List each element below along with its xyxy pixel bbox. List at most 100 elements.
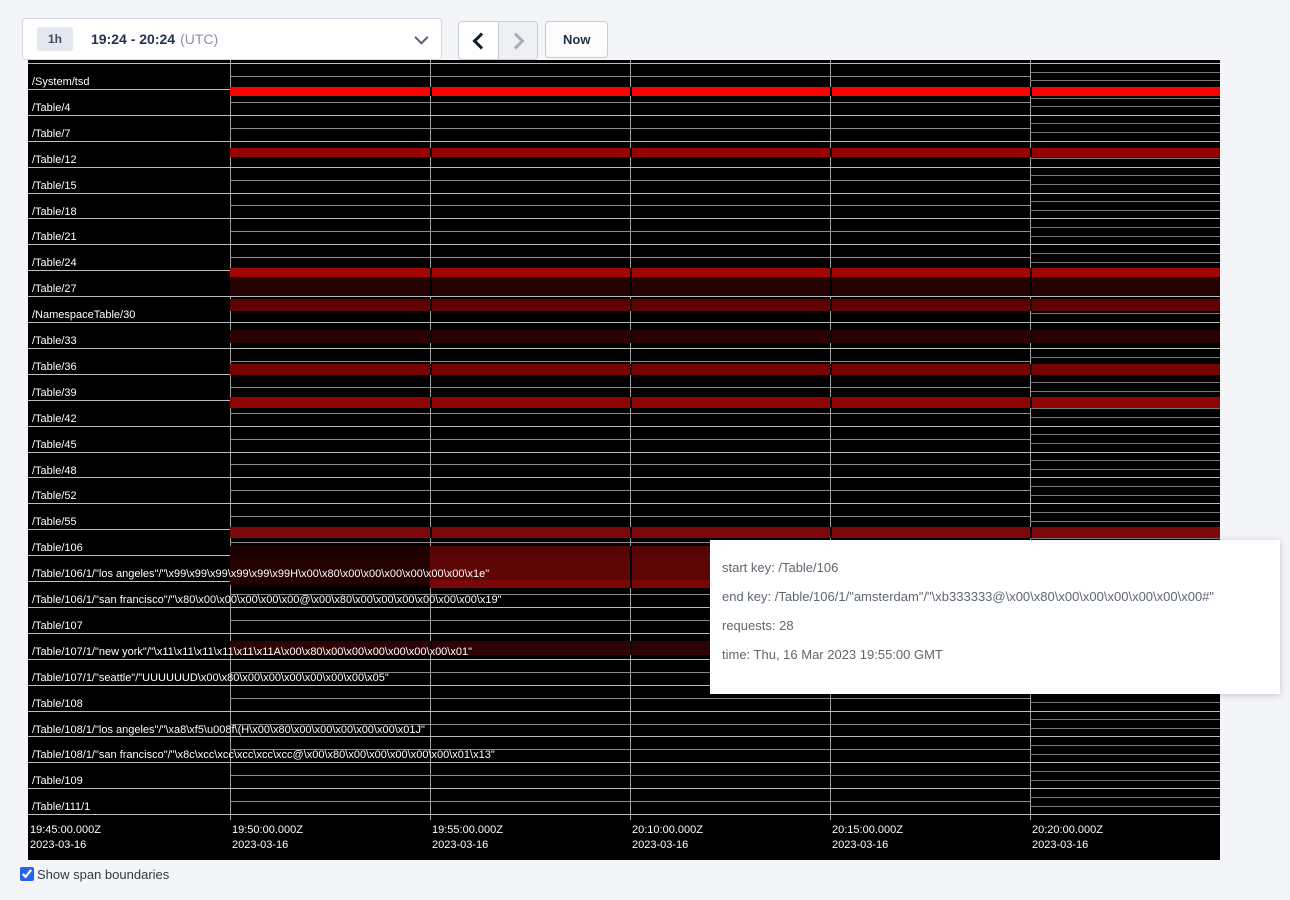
span-key-label: /Table/109 [32, 775, 83, 787]
now-button[interactable]: Now [545, 21, 608, 58]
span-key-label: /Table/52 [32, 490, 77, 502]
span-boundary-line [1030, 201, 1220, 202]
span-key-label: /Table/24 [32, 257, 77, 269]
x-axis-time-label: 20:10:00.000Z [632, 824, 703, 837]
span-key-label: /Table/108 [32, 698, 83, 710]
column-gridline-notch [430, 397, 432, 408]
show-span-boundaries-label: Show span boundaries [37, 866, 169, 883]
time-range-selector[interactable]: 1h 19:24 - 20:24 (UTC) [22, 18, 442, 60]
span-boundary-line [1030, 262, 1220, 263]
column-gridline [230, 60, 231, 820]
span-boundary-line [230, 516, 1030, 517]
span-boundary-line [1030, 210, 1220, 211]
span-boundary-line [230, 128, 1030, 129]
show-span-boundaries-checkbox[interactable] [20, 867, 34, 881]
column-gridline-notch [1030, 87, 1032, 96]
span-tooltip: start key: /Table/106 end key: /Table/10… [710, 540, 1280, 694]
hot-span-band [230, 277, 1220, 296]
column-gridline-notch [830, 148, 832, 157]
x-axis-time-label: 20:20:00.000Z [1032, 824, 1103, 837]
column-gridline-notch [1030, 364, 1032, 375]
span-boundary-line [1030, 158, 1220, 159]
span-boundary-line [28, 63, 1220, 64]
hot-span-band [230, 364, 1220, 375]
span-key-label: /Table/45 [32, 439, 77, 451]
span-boundary-line [230, 102, 1030, 103]
span-key-label: /Table/27 [32, 283, 77, 295]
span-key-label: /Table/108/1/"los angeles"/"\xa8\xf5\u00… [32, 724, 425, 736]
span-boundary-line [230, 801, 1030, 802]
x-axis-time-label: 19:50:00.000Z [232, 824, 303, 837]
column-gridline-notch [630, 277, 632, 296]
span-boundary-line [28, 711, 1220, 712]
span-boundary-line [1030, 495, 1220, 496]
span-key-label: /NamespaceTable/30 [32, 309, 135, 321]
column-gridline-notch [430, 277, 432, 296]
span-key-label: /Table/55 [32, 516, 77, 528]
span-boundary-line [1030, 80, 1220, 81]
span-boundary-line [1030, 184, 1220, 185]
prev-range-button[interactable] [459, 22, 498, 59]
hot-span-band [230, 148, 1220, 157]
span-key-label: /Table/107/1/"new york"/"\x11\x11\x11\x1… [32, 646, 472, 658]
span-key-label: /Table/106/1/"los angeles"/"\x99\x99\x99… [32, 568, 489, 580]
column-gridline-notch [430, 330, 432, 343]
column-gridline-notch [1030, 277, 1032, 296]
span-boundary-line [28, 788, 1220, 789]
column-gridline-notch [630, 268, 632, 277]
range-nav-group [458, 21, 538, 60]
span-boundary-line [1030, 754, 1220, 755]
span-boundary-line [230, 361, 1030, 362]
x-axis-date-label: 2023-03-16 [1032, 839, 1088, 852]
span-boundary-line [28, 322, 1220, 323]
span-key-label: /Table/33 [32, 335, 77, 347]
span-boundary-line [1030, 728, 1220, 729]
span-boundary-line [1030, 512, 1220, 513]
column-gridline-notch [630, 148, 632, 157]
span-boundary-line [1030, 797, 1220, 798]
span-boundary-line [230, 775, 1030, 776]
tooltip-end-key: end key: /Table/106/1/"amsterdam"/"\xb33… [722, 589, 1268, 604]
span-boundary-line [28, 736, 1220, 737]
column-gridline-notch [630, 330, 632, 343]
hot-span-band [230, 527, 1220, 538]
span-key-label: /Table/7 [32, 128, 71, 140]
chevron-left-icon [472, 32, 489, 49]
span-boundary-line [1030, 313, 1220, 314]
span-key-label: /Table/107 [32, 620, 83, 632]
x-axis-time-label: 19:45:00.000Z [30, 824, 101, 837]
span-boundary-line [1030, 745, 1220, 746]
column-gridline [1030, 60, 1031, 820]
span-boundary-line [1030, 460, 1220, 461]
span-boundary-line [1030, 434, 1220, 435]
column-gridline-notch [430, 527, 432, 538]
span-key-label: /System/tsd [32, 76, 89, 88]
key-visualizer-canvas[interactable]: /System/tsd/Table/4/Table/7/Table/12/Tab… [28, 60, 1220, 860]
span-boundary-line [230, 257, 1030, 258]
span-boundary-line [230, 490, 1030, 491]
span-boundary-line [1030, 417, 1220, 418]
x-axis-date-label: 2023-03-16 [832, 839, 888, 852]
span-boundary-line [28, 193, 1220, 194]
x-axis-time-label: 20:15:00.000Z [832, 824, 903, 837]
hot-span-band [230, 299, 1220, 311]
column-gridline-notch [430, 148, 432, 157]
span-boundary-line [1030, 771, 1220, 772]
column-gridline-notch [830, 268, 832, 277]
span-boundary-line [1030, 391, 1220, 392]
span-boundaries-toggle: Show span boundaries [20, 866, 169, 883]
column-gridline-notch [630, 397, 632, 408]
tooltip-start-key: start key: /Table/106 [722, 560, 1268, 575]
span-boundary-line [230, 205, 1030, 206]
span-boundary-line [1030, 253, 1220, 254]
next-range-button[interactable] [498, 22, 537, 59]
span-boundary-line [28, 141, 1220, 142]
span-boundary-line [1030, 106, 1220, 107]
column-gridline-notch [430, 87, 432, 96]
column-gridline [630, 60, 631, 820]
span-boundary-line [1030, 236, 1220, 237]
span-boundary-line [28, 762, 1220, 763]
span-boundary-line [230, 698, 1030, 699]
span-key-label: /Table/39 [32, 387, 77, 399]
hot-span-band [230, 546, 430, 557]
